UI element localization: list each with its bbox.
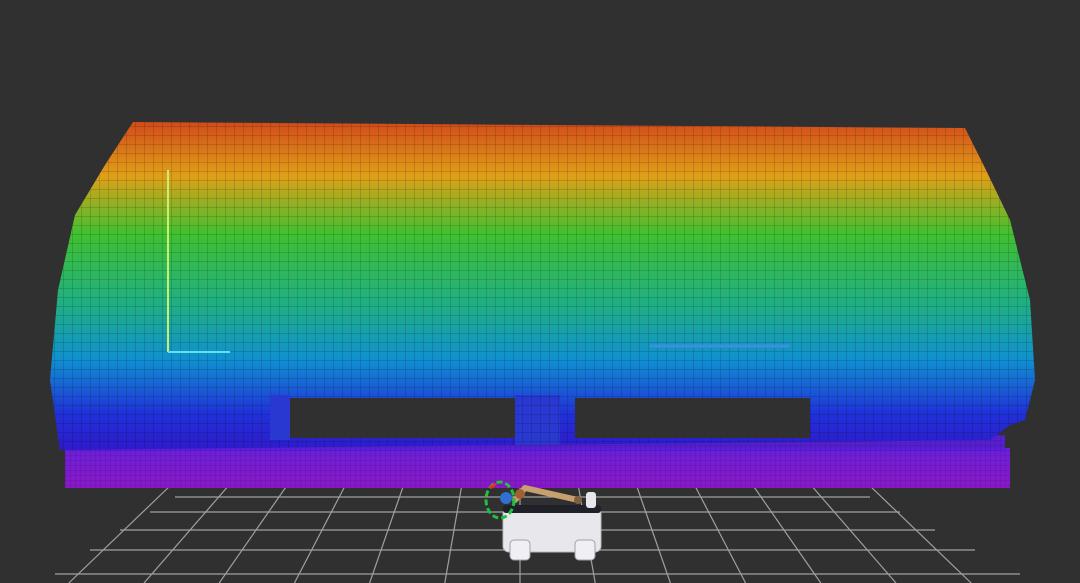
grid-line (751, 483, 822, 583)
robot-arm (512, 485, 582, 504)
grid-line (218, 483, 289, 583)
grid-line (444, 483, 463, 583)
point-cloud-tank (50, 122, 1035, 450)
3d-viewport[interactable] (0, 0, 1080, 583)
grid-line (369, 483, 405, 583)
grid-line (635, 483, 671, 583)
grid-line (693, 483, 747, 583)
rviz-scene[interactable] (0, 0, 1080, 583)
robot[interactable] (484, 480, 602, 561)
grid-line (293, 483, 347, 583)
